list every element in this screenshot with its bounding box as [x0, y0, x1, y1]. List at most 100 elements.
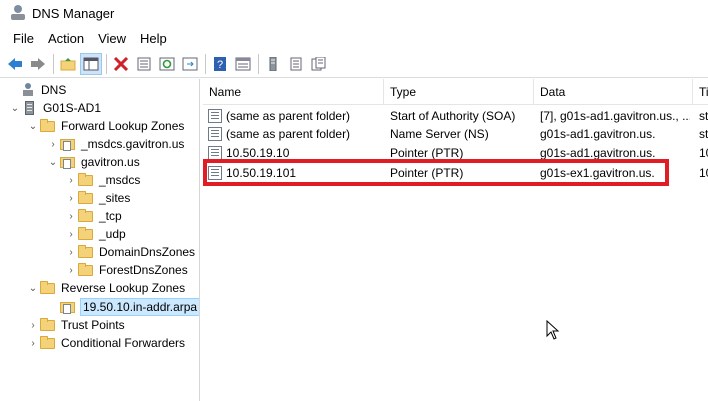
svg-text:?: ? [217, 59, 223, 71]
folder-icon [40, 119, 56, 133]
tree-item-gavitron-zone[interactable]: ⌄ gavitron.us [46, 153, 140, 171]
chevron-down-icon[interactable]: ⌄ [26, 119, 40, 133]
server-icon [22, 101, 38, 115]
tree-item-dns[interactable]: DNS [6, 81, 66, 99]
chevron-down-icon[interactable]: ⌄ [8, 101, 22, 115]
folder-icon [40, 318, 56, 332]
tree-item-reverse-zone[interactable]: 19.50.10.in-addr.arpa [46, 298, 199, 316]
cell-data: g01s-ad1.gavitron.us. [540, 127, 656, 141]
tree-label: _msdcs [99, 173, 141, 187]
cell-name: 10.50.19.10 [226, 146, 290, 160]
tree-label: G01S-AD1 [43, 101, 102, 115]
cell-type: Name Server (NS) [390, 127, 489, 141]
folder-icon [78, 173, 94, 187]
forward-icon[interactable] [27, 53, 49, 75]
tree-label: _msdcs.gavitron.us [81, 137, 185, 151]
window-title: DNS Manager [32, 5, 115, 21]
tree-item-forestdnszones[interactable]: › ForestDnsZones [64, 261, 188, 279]
cell-timestamp: 10 [699, 146, 708, 160]
console-tree: DNS ⌄ G01S-AD1 ⌄ Forward Lookup Zones › … [0, 79, 200, 401]
folder-icon [78, 227, 94, 241]
cell-type: Start of Authority (SOA) [390, 109, 516, 123]
chevron-right-icon[interactable]: › [26, 318, 40, 332]
help-icon[interactable]: ? [209, 53, 231, 75]
chevron-right-icon[interactable]: › [64, 173, 78, 187]
folder-icon [78, 191, 94, 205]
tree-item-conditional-forwarders[interactable]: › Conditional Forwarders [26, 334, 185, 352]
chevron-right-icon[interactable]: › [64, 209, 78, 223]
cell-name: (same as parent folder) [226, 127, 351, 141]
properties-icon[interactable] [133, 53, 155, 75]
chevron-down-icon[interactable]: ⌄ [46, 155, 60, 169]
toolbar: ? [0, 50, 708, 78]
zone-icon [60, 137, 76, 151]
title-bar: DNS Manager [0, 0, 708, 26]
back-icon[interactable] [4, 53, 26, 75]
mouse-cursor-icon [546, 319, 560, 345]
tree-label: _tcp [99, 209, 122, 223]
tree-item-msdcs-zone[interactable]: › _msdcs.gavitron.us [46, 135, 184, 153]
menu-file[interactable]: File [6, 28, 41, 49]
toolbar-separator [258, 53, 259, 74]
chevron-right-icon[interactable]: › [26, 336, 40, 350]
console-icon[interactable] [232, 53, 254, 75]
chevron-right-icon[interactable]: › [64, 191, 78, 205]
tree-label: DomainDnsZones [99, 245, 196, 259]
record-icon[interactable] [285, 53, 307, 75]
record-icon [208, 109, 222, 123]
record-list-icon[interactable] [308, 53, 330, 75]
export-icon[interactable] [179, 53, 201, 75]
tree-label: Reverse Lookup Zones [61, 281, 186, 295]
chevron-right-icon[interactable]: › [64, 263, 78, 277]
cell-name: (same as parent folder) [226, 109, 351, 123]
record-icon [208, 127, 222, 141]
cell-timestamp: st [699, 109, 708, 123]
column-header-timestamp[interactable]: Ti [693, 79, 708, 105]
toolbar-separator [106, 53, 107, 74]
menu-help[interactable]: Help [133, 28, 174, 49]
cell-timestamp: st [699, 127, 708, 141]
refresh-icon[interactable] [156, 53, 178, 75]
chevron-right-icon[interactable]: › [46, 137, 60, 151]
tree-label: _udp [99, 227, 126, 241]
tree-item-reverse-lookup-zones[interactable]: ⌄ Reverse Lookup Zones [26, 279, 185, 297]
toolbar-separator [53, 53, 54, 74]
chevron-down-icon[interactable]: ⌄ [26, 281, 40, 295]
server-icon[interactable] [262, 53, 284, 75]
table-row[interactable]: (same as parent folder) Start of Authori… [203, 107, 708, 125]
chevron-right-icon[interactable]: › [64, 245, 78, 259]
tree-item-sites[interactable]: › _sites [64, 189, 130, 207]
tree-item-trust-points[interactable]: › Trust Points [26, 316, 125, 334]
column-header-type[interactable]: Type [384, 79, 534, 105]
records-list: Name Type Data Ti (same as parent folder… [203, 79, 708, 401]
column-header-name[interactable]: Name [203, 79, 384, 105]
folder-icon [78, 263, 94, 277]
tree-item-server[interactable]: ⌄ G01S-AD1 [8, 99, 101, 117]
tree-label: DNS [41, 83, 67, 97]
toolbar-separator [205, 53, 206, 74]
menu-view[interactable]: View [91, 28, 133, 49]
up-folder-icon[interactable] [57, 53, 79, 75]
highlight-box [203, 159, 669, 186]
tree-label: Trust Points [61, 318, 125, 332]
list-header: Name Type Data Ti [203, 79, 708, 105]
dns-icon [20, 83, 36, 97]
tree-item-udp[interactable]: › _udp [64, 225, 126, 243]
chevron-right-icon[interactable]: › [64, 227, 78, 241]
tree-item-domaindnszones[interactable]: › DomainDnsZones [64, 243, 195, 261]
column-header-data[interactable]: Data [534, 79, 693, 105]
folder-icon [40, 281, 56, 295]
record-icon [208, 146, 222, 160]
menu-bar: File Action View Help [0, 26, 708, 50]
table-row[interactable]: (same as parent folder) Name Server (NS)… [203, 125, 708, 143]
delete-icon[interactable] [110, 53, 132, 75]
menu-action[interactable]: Action [41, 28, 91, 49]
show-tree-icon[interactable] [80, 52, 102, 75]
tree-item-tcp[interactable]: › _tcp [64, 207, 122, 225]
tree-item-forward-lookup-zones[interactable]: ⌄ Forward Lookup Zones [26, 117, 184, 135]
tree-item-msdcs[interactable]: › _msdcs [64, 171, 140, 189]
cell-timestamp: 10 [699, 166, 708, 180]
folder-icon [78, 245, 94, 259]
